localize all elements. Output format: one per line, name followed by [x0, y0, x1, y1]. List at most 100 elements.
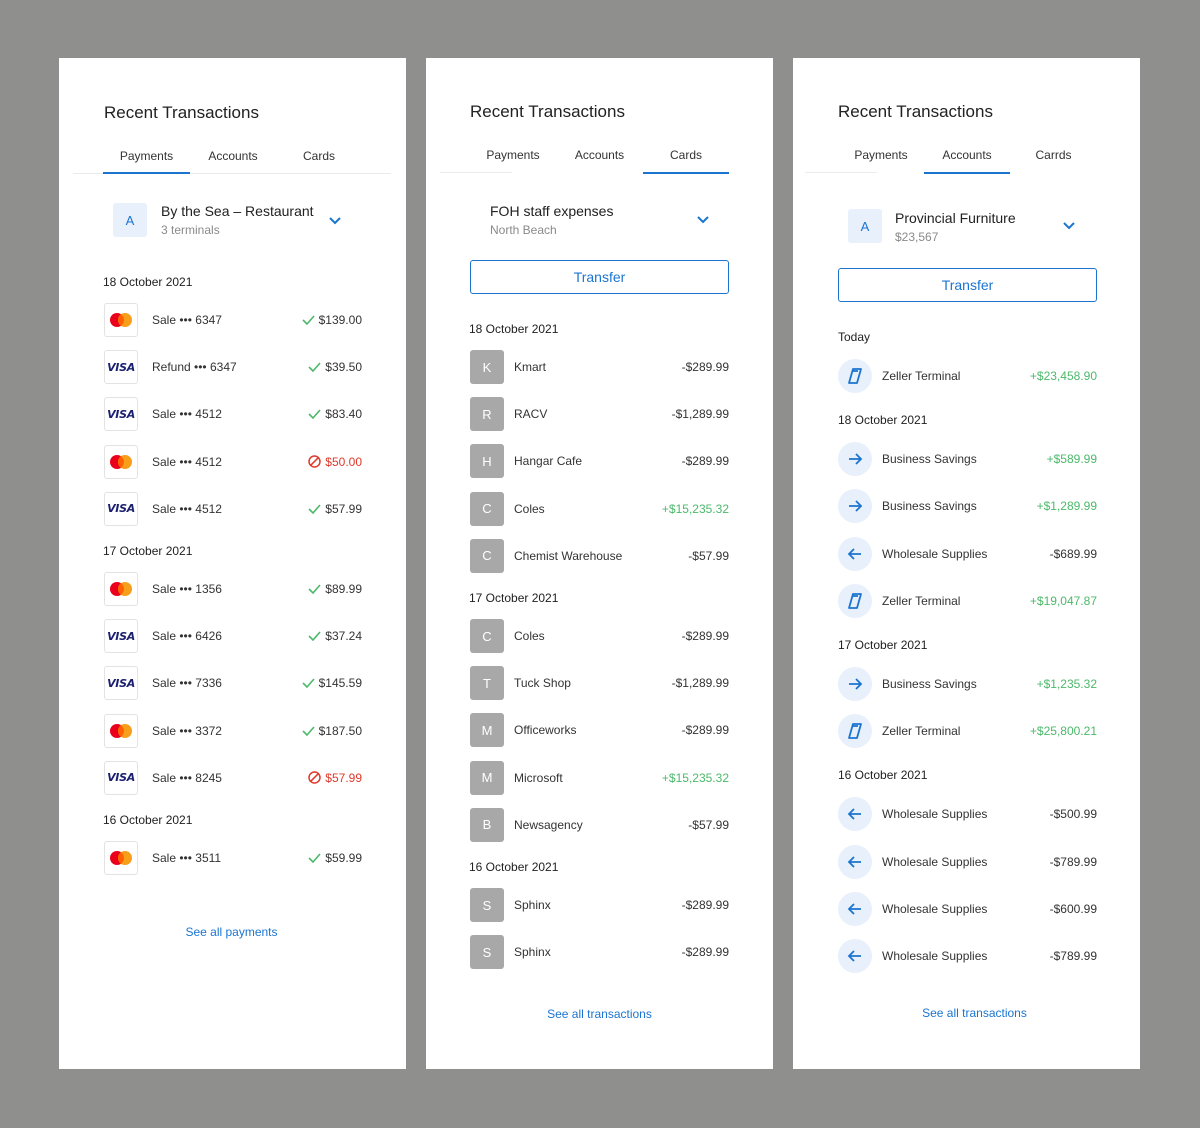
transaction-row[interactable]: C Coles -$289.99 [470, 619, 729, 653]
chevron-down-icon[interactable] [328, 215, 342, 225]
transaction-label: Sale ••• 7336 [152, 676, 222, 691]
tab-cards[interactable]: Carrds [1010, 148, 1097, 162]
transaction-row[interactable]: H Hangar Cafe -$289.99 [470, 444, 729, 479]
tab-accounts[interactable]: Accounts [190, 149, 276, 163]
transaction-amount: $57.99 [325, 501, 362, 516]
transaction-row[interactable]: M Microsoft +$15,235.32 [470, 760, 729, 795]
merchant-avatar: K [470, 350, 504, 384]
transaction-row[interactable]: Zeller Terminal +$25,800.21 [838, 714, 1097, 749]
merchant-avatar: S [470, 888, 504, 922]
transaction-amount: $145.59 [318, 676, 362, 691]
transaction-row[interactable]: Business Savings +$1,289.99 [838, 489, 1097, 524]
check-icon [308, 362, 321, 373]
transfer-button[interactable]: Transfer [838, 268, 1097, 302]
transaction-row[interactable]: VISA Sale ••• 8245 $57.99 [104, 760, 362, 795]
transaction-row[interactable]: Zeller Terminal +$19,047.87 [838, 583, 1097, 618]
transaction-label: Sphinx [514, 945, 551, 960]
amount-group: $50.00 [308, 445, 362, 479]
arrow-right-icon-badge [838, 489, 872, 524]
transaction-row[interactable]: T Tuck Shop -$1,289.99 [470, 666, 729, 701]
transaction-row[interactable]: M Officeworks -$289.99 [470, 713, 729, 748]
date-heading: 16 October 2021 [469, 860, 559, 874]
visa-wordmark: VISA [107, 407, 135, 421]
transaction-amount: -$789.99 [1049, 854, 1097, 869]
amount-group: -$289.99 [682, 935, 729, 969]
see-all-payments-link[interactable]: See all payments [59, 925, 404, 939]
transaction-row[interactable]: VISA Sale ••• 4512 $57.99 [104, 491, 362, 526]
transaction-label: Hangar Cafe [514, 454, 583, 469]
transaction-label: RACV [514, 407, 548, 422]
terminal-icon-badge [838, 714, 872, 749]
card-selector[interactable]: FOH staff expenses North Beach [470, 200, 730, 240]
transaction-row[interactable]: S Sphinx -$289.99 [470, 935, 729, 970]
transaction-row[interactable]: Sale ••• 3511 $59.99 [104, 841, 362, 875]
transaction-label: Zeller Terminal [882, 369, 961, 383]
arrow-left-icon [847, 949, 863, 963]
panel-title: Recent Transactions [104, 103, 259, 122]
transaction-row[interactable]: Wholesale Supplies -$789.99 [838, 939, 1097, 973]
transaction-row[interactable]: C Coles +$15,235.32 [470, 491, 729, 526]
transaction-row[interactable]: Wholesale Supplies -$500.99 [838, 797, 1097, 832]
transaction-row[interactable]: Wholesale Supplies -$689.99 [838, 536, 1097, 571]
amount-group: -$689.99 [1050, 537, 1097, 571]
check-icon [308, 409, 321, 420]
tab-cards[interactable]: Cards [643, 148, 729, 162]
visa-wordmark: VISA [107, 629, 135, 643]
transaction-row[interactable]: Wholesale Supplies -$600.99 [838, 891, 1097, 926]
transaction-row[interactable]: Business Savings +$1,235.32 [838, 667, 1097, 701]
amount-group: +$15,235.32 [662, 761, 729, 795]
transaction-amount: $187.50 [318, 723, 362, 738]
amount-group: -$789.99 [1050, 845, 1097, 879]
transaction-row[interactable]: K Kmart -$289.99 [470, 350, 729, 384]
transaction-row[interactable]: R RACV -$1,289.99 [470, 397, 729, 432]
see-all-transactions-link[interactable]: See all transactions [426, 1007, 773, 1021]
transaction-label: Sale ••• 3372 [152, 723, 222, 738]
transaction-amount: +$589.99 [1046, 452, 1097, 467]
transaction-row[interactable]: B Newsagency -$57.99 [470, 807, 729, 842]
visa-wordmark: VISA [107, 676, 135, 690]
tab-cards[interactable]: Cards [276, 149, 362, 163]
transaction-row[interactable]: VISA Refund ••• 6347 $39.50 [104, 350, 362, 385]
transaction-row[interactable]: Wholesale Supplies -$789.99 [838, 844, 1097, 879]
mastercard-circles-icon [108, 312, 134, 328]
mastercard-logo-icon [104, 303, 138, 337]
transaction-row[interactable]: VISA Sale ••• 7336 $145.59 [104, 666, 362, 701]
tab-divider [440, 172, 512, 173]
transaction-amount: -$289.99 [681, 360, 729, 374]
account-selector[interactable]: A By the Sea – Restaurant 3 terminals [113, 201, 353, 241]
terminal-icon-badge [838, 583, 872, 618]
transaction-row[interactable]: Sale ••• 1356 $89.99 [104, 572, 362, 606]
transaction-label: Wholesale Supplies [882, 854, 988, 869]
chevron-down-icon[interactable] [1062, 220, 1076, 230]
transaction-row[interactable]: Sale ••• 6347 $139.00 [104, 303, 362, 337]
transaction-amount: -$289.99 [681, 945, 729, 960]
transaction-row[interactable]: Zeller Terminal +$23,458.90 [838, 359, 1097, 393]
mastercard-circles-icon [108, 581, 134, 597]
tab-payments[interactable]: Payments [103, 149, 190, 163]
tab-payments[interactable]: Payments [470, 148, 556, 162]
chevron-down-icon[interactable] [696, 214, 710, 224]
transaction-row[interactable]: VISA Sale ••• 6426 $37.24 [104, 619, 362, 654]
transaction-row[interactable]: Sale ••• 4512 $50.00 [104, 444, 362, 479]
check-icon [302, 315, 315, 325]
see-all-transactions-link[interactable]: See all transactions [793, 1006, 1156, 1020]
arrow-left-icon-badge [838, 536, 872, 571]
account-selector[interactable]: A Provincial Furniture $23,567 [848, 208, 1093, 248]
date-heading: 18 October 2021 [469, 322, 559, 336]
transaction-amount: -$600.99 [1049, 901, 1097, 916]
tab-accounts[interactable]: Accounts [556, 148, 643, 162]
transfer-button[interactable]: Transfer [470, 260, 729, 294]
transaction-label: Sale ••• 4512 [152, 454, 222, 469]
transaction-amount: -$289.99 [681, 898, 729, 912]
transaction-amount: $37.24 [325, 629, 362, 644]
transaction-row[interactable]: Sale ••• 3372 $187.50 [104, 713, 362, 748]
tab-payments[interactable]: Payments [838, 148, 924, 162]
transaction-row[interactable]: VISA Sale ••• 4512 $83.40 [104, 397, 362, 432]
date-heading: Today [838, 330, 871, 344]
transaction-row[interactable]: Business Savings +$589.99 [838, 442, 1097, 477]
amount-group: $187.50 [302, 714, 362, 748]
transaction-row[interactable]: C Chemist Warehouse -$57.99 [470, 538, 729, 573]
tab-accounts[interactable]: Accounts [924, 148, 1010, 162]
transaction-row[interactable]: S Sphinx -$289.99 [470, 888, 729, 922]
check-icon [308, 504, 321, 514]
